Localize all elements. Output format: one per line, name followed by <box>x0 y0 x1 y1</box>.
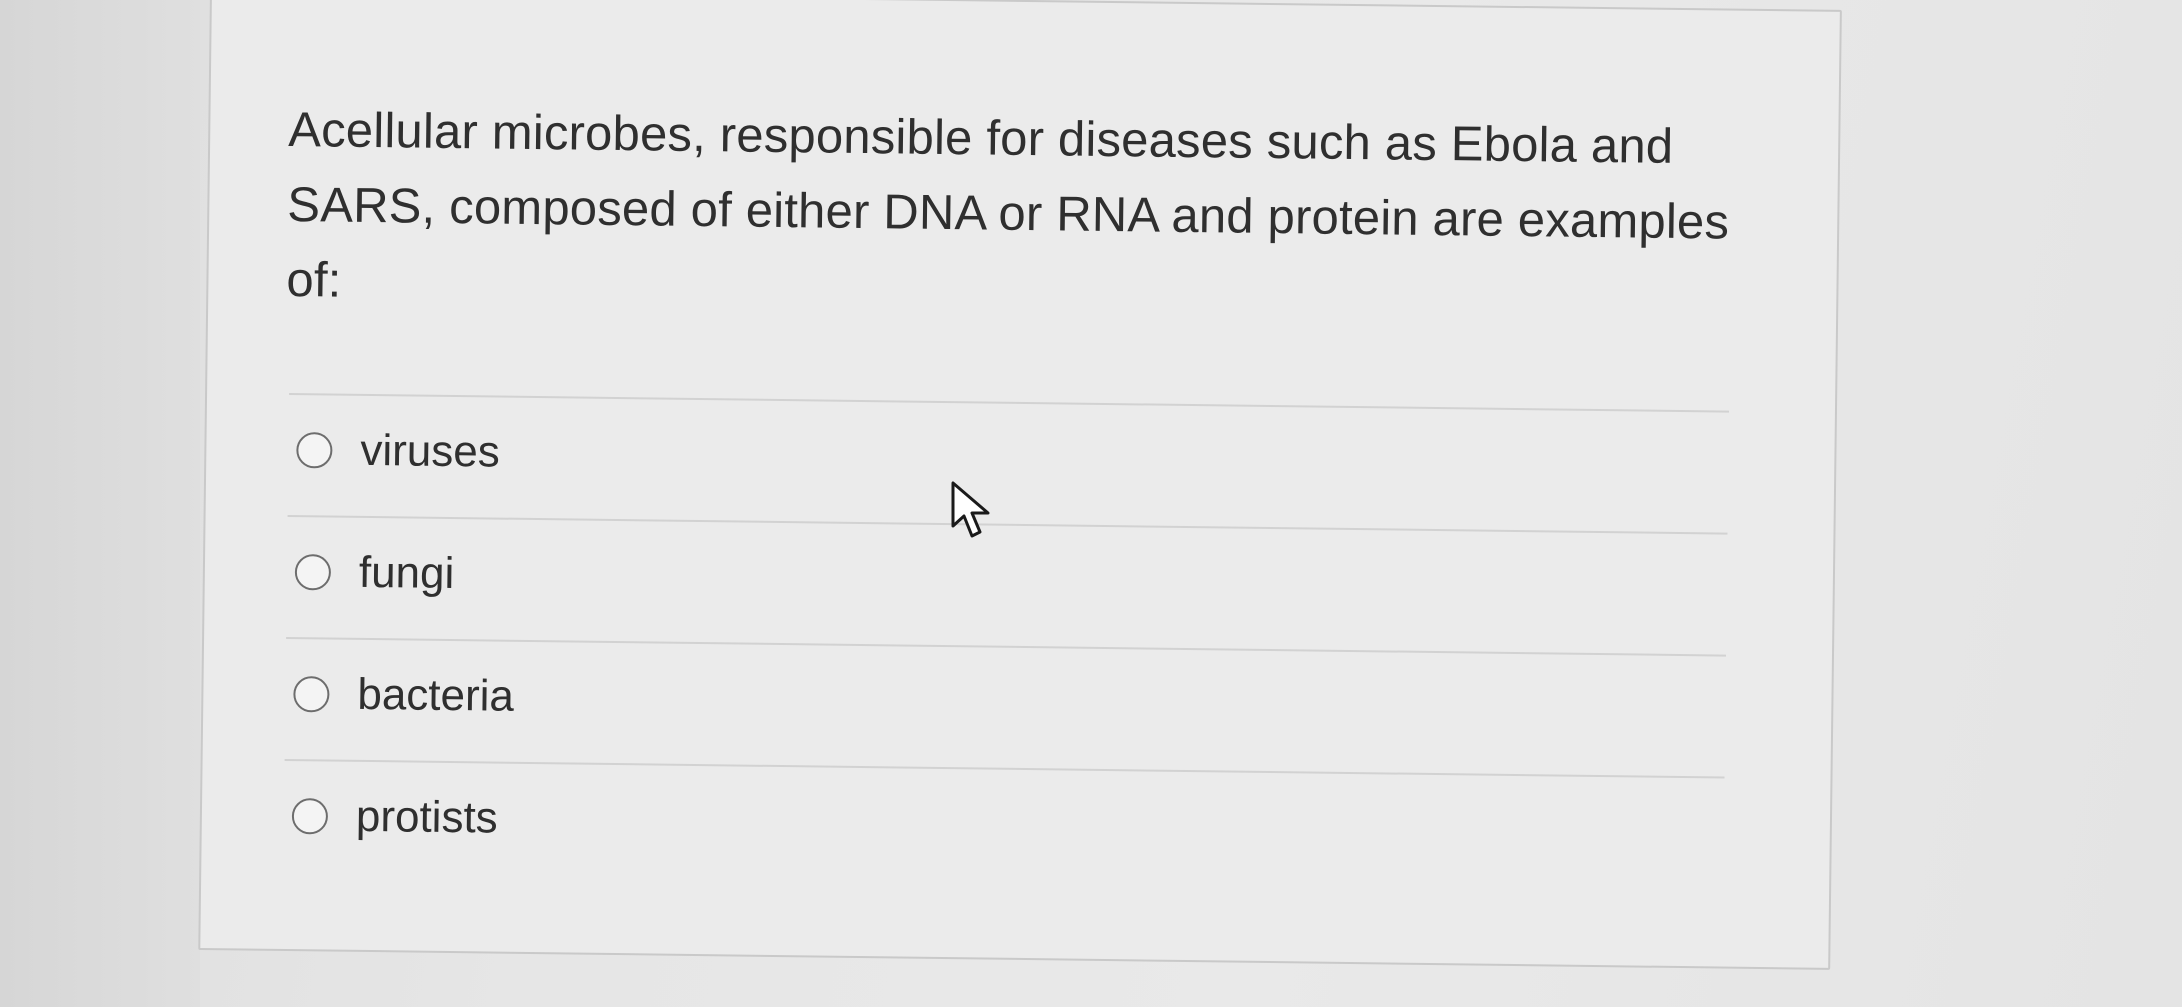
answer-option-viruses[interactable]: viruses <box>296 405 1697 512</box>
question-card: Acellular microbes, responsible for dise… <box>198 0 1842 970</box>
radio-unselected-icon[interactable] <box>291 798 329 835</box>
radio-unselected-icon[interactable] <box>296 432 333 469</box>
option-label: bacteria <box>357 669 515 721</box>
answer-option-fungi[interactable]: fungi <box>294 527 1695 634</box>
radio-unselected-icon[interactable] <box>293 676 330 713</box>
mouse-pointer-icon <box>951 481 990 538</box>
option-label: fungi <box>358 547 455 599</box>
answer-option-bacteria[interactable]: bacteria <box>293 649 1694 756</box>
option-label: viruses <box>360 425 501 477</box>
question-text: Acellular microbes, responsible for dise… <box>286 102 1730 308</box>
radio-unselected-icon[interactable] <box>294 554 332 591</box>
answer-option-protists[interactable]: protists <box>291 771 1692 878</box>
option-label: protists <box>355 791 499 843</box>
page-background-left <box>0 0 200 1007</box>
